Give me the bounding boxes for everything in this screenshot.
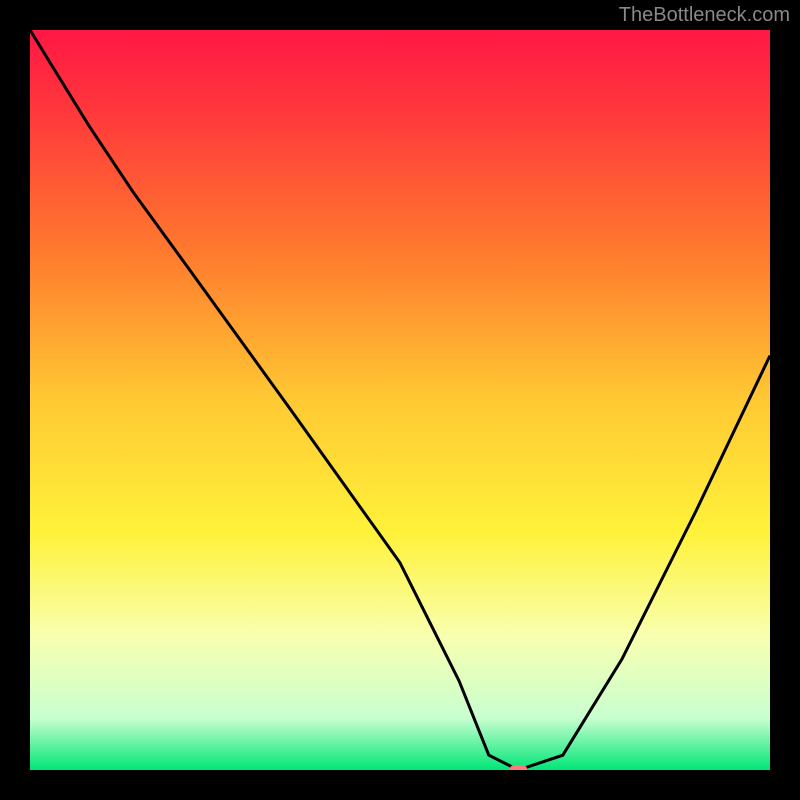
plot-area (30, 30, 770, 770)
chart-svg (30, 30, 770, 770)
heatmap-background (30, 30, 770, 770)
chart-container: { "watermark": "TheBottleneck.com", "cha… (0, 0, 800, 800)
watermark-text: TheBottleneck.com (619, 4, 790, 27)
optimal-point-marker (509, 765, 527, 770)
